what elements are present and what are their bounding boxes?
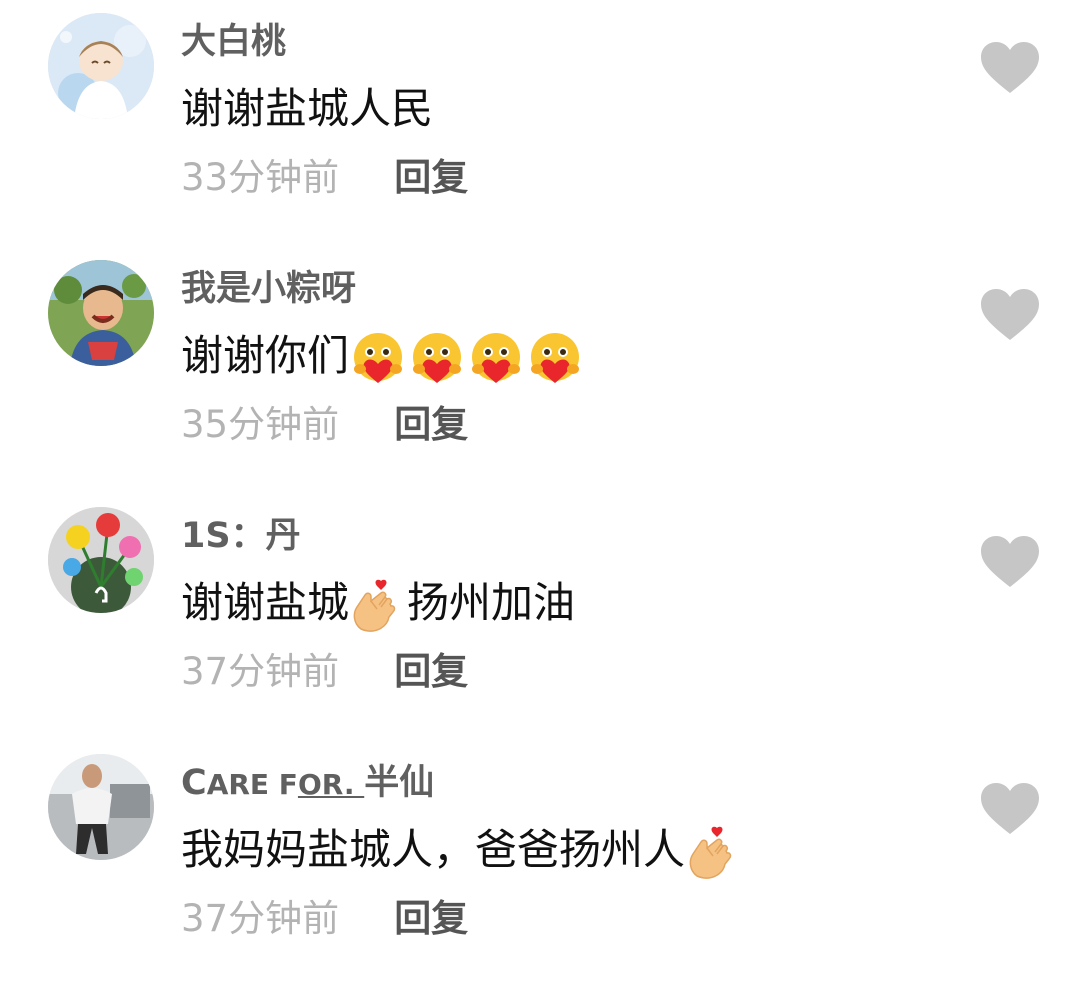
comment-text: 谢谢盐城 扬州加油 (181, 578, 575, 633)
comment-time: 35分钟前 (181, 403, 340, 446)
reply-button[interactable]: 回复 (394, 895, 468, 943)
comment-text: 我妈妈盐城人，爸爸扬州人 (181, 825, 735, 880)
comment-time: 37分钟前 (181, 650, 340, 693)
username-part: ARE (206, 768, 279, 801)
finger-heart-emoji-icon (351, 579, 399, 633)
comment-text-content: 谢谢你们 (181, 331, 350, 380)
username-part: 半仙 (364, 763, 435, 803)
reply-button[interactable]: 回复 (394, 401, 468, 449)
avatar[interactable] (48, 260, 154, 366)
comment-time: 37分钟前 (181, 897, 340, 940)
like-heart-icon[interactable] (981, 289, 1039, 341)
like-heart-icon[interactable] (981, 783, 1039, 835)
heart-hug-emoji-icon (351, 332, 587, 385)
reply-button[interactable]: 回复 (394, 648, 468, 696)
like-heart-icon[interactable] (981, 42, 1039, 94)
username[interactable]: 大白桃 (181, 22, 286, 62)
username-part: C (181, 763, 207, 803)
comment-item: CARE FOR. 半仙 我妈妈盐城人，爸爸扬州人 37分钟前 回复 (0, 741, 1080, 987)
username[interactable]: CARE FOR. 半仙 (181, 763, 434, 805)
comment-text: 谢谢盐城人民 (181, 84, 434, 133)
avatar[interactable] (48, 13, 154, 119)
avatar[interactable] (48, 754, 154, 860)
comment-item: 我是小粽呀 谢谢你们 35分钟前 回复 (0, 247, 1080, 493)
username-part: F (278, 768, 298, 801)
comment-text-part: 谢谢盐城 (181, 578, 350, 627)
comment-text-content: 我妈妈盐城人，爸爸扬州人 (181, 825, 686, 874)
comment-text: 谢谢你们 (181, 331, 587, 385)
like-heart-icon[interactable] (981, 536, 1039, 588)
avatar[interactable] (48, 507, 154, 613)
reply-button[interactable]: 回复 (394, 154, 468, 202)
comment-item: 大白桃 谢谢盐城人民 33分钟前 回复 (0, 0, 1080, 246)
comment-time: 33分钟前 (181, 156, 340, 199)
comment-item: 1S：丹 谢谢盐城 扬州加油 37分钟前 回复 (0, 494, 1080, 740)
username[interactable]: 1S：丹 (181, 516, 301, 556)
finger-heart-emoji-icon (687, 826, 735, 880)
username-part: OR. (297, 768, 365, 801)
username[interactable]: 我是小粽呀 (181, 269, 356, 309)
comment-text-part: 扬州加油 (407, 578, 576, 627)
